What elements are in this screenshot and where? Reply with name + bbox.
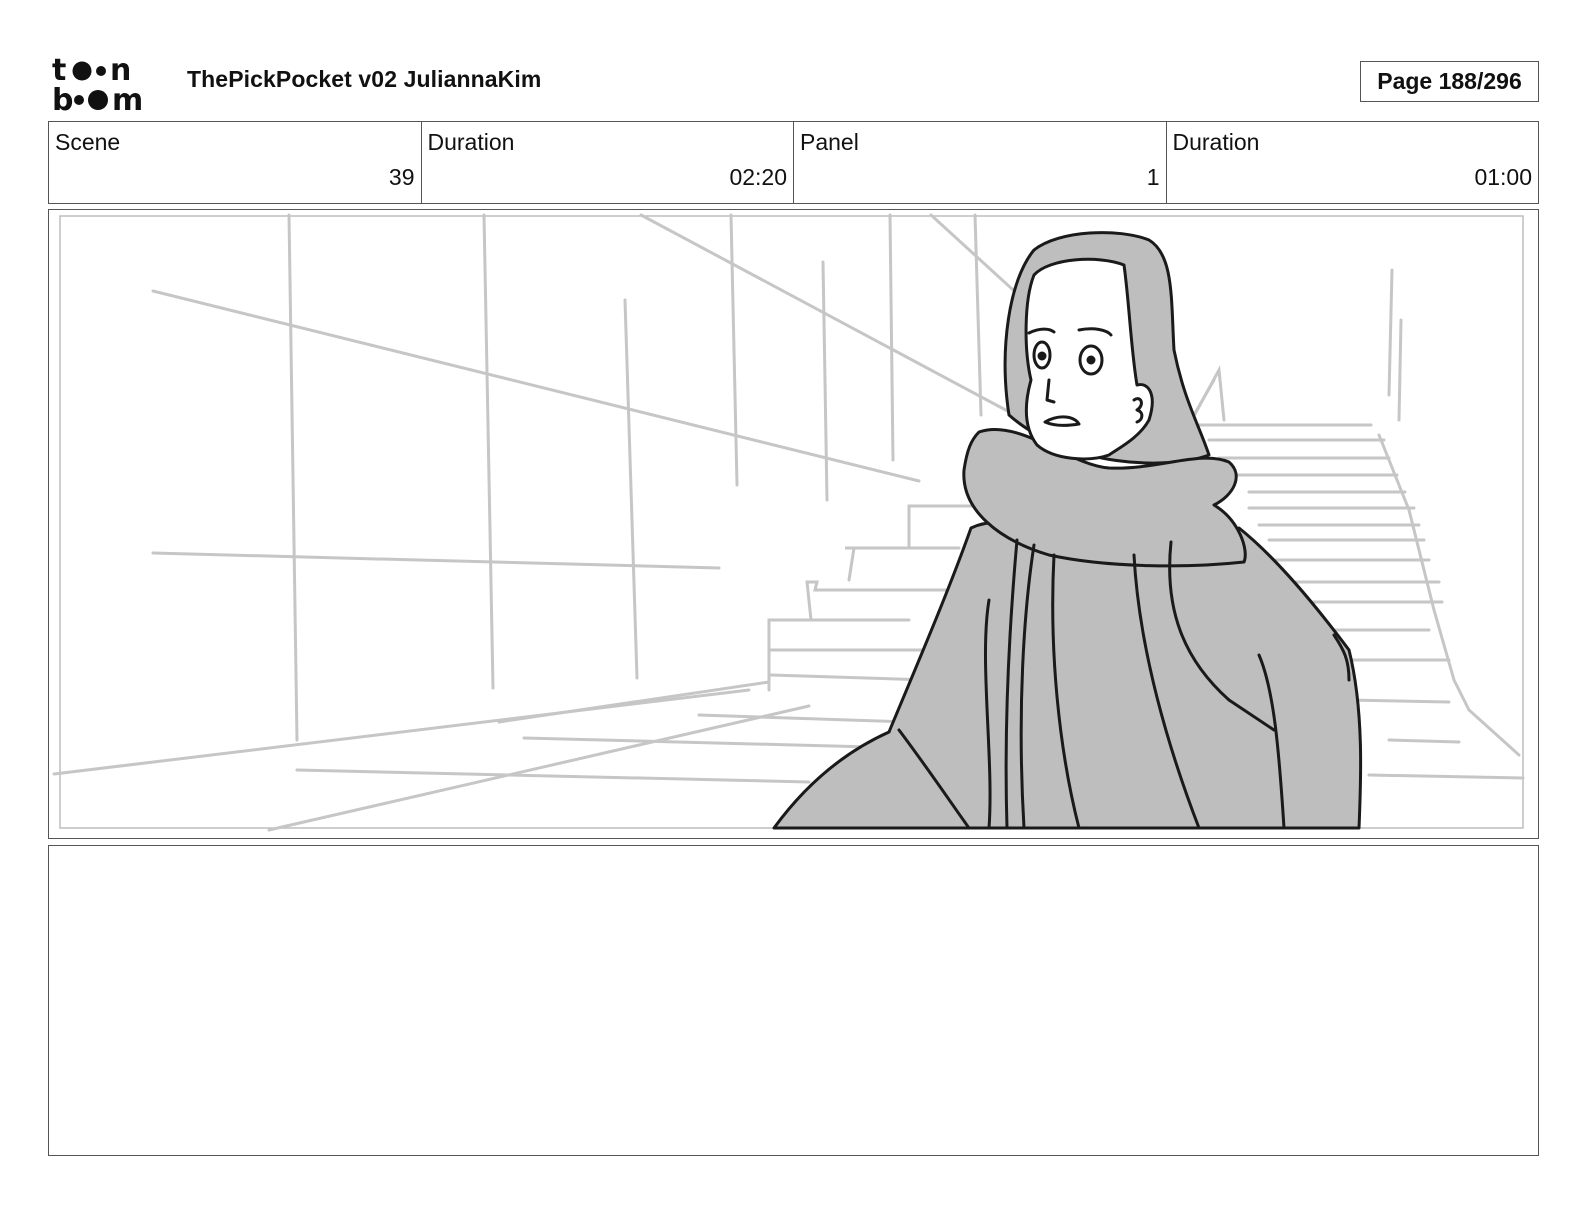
panel-value: 1 — [1146, 164, 1160, 190]
panel-notes-area — [48, 845, 1539, 1156]
panel-duration-value: 01:00 — [1474, 164, 1532, 190]
scene-cell: Scene 39 — [49, 122, 422, 203]
panel-cell: Panel 1 — [794, 122, 1167, 203]
svg-text:m: m — [112, 83, 143, 112]
panel-info-table: Scene 39 Duration 02:20 Panel 1 Duration… — [48, 121, 1539, 204]
scene-label: Scene — [55, 129, 121, 155]
page-number: Page 188/296 — [1360, 61, 1539, 102]
toon-boom-logo: t n b m — [52, 53, 143, 112]
scene-value: 39 — [388, 164, 415, 190]
storyboard-panel-image — [48, 209, 1539, 839]
panel-duration-cell: Duration 01:00 — [1167, 122, 1539, 203]
scene-duration-value: 02:20 — [729, 164, 787, 190]
svg-text:b: b — [52, 83, 73, 112]
scene-duration-label: Duration — [427, 129, 515, 155]
panel-label: Panel — [800, 129, 859, 155]
scene-duration-cell: Duration 02:20 — [422, 122, 794, 203]
panel-duration-label: Duration — [1172, 129, 1260, 155]
storyboard-sketch — [52, 213, 1525, 832]
document-title: ThePickPocket v02 JuliannaKim — [187, 66, 542, 92]
